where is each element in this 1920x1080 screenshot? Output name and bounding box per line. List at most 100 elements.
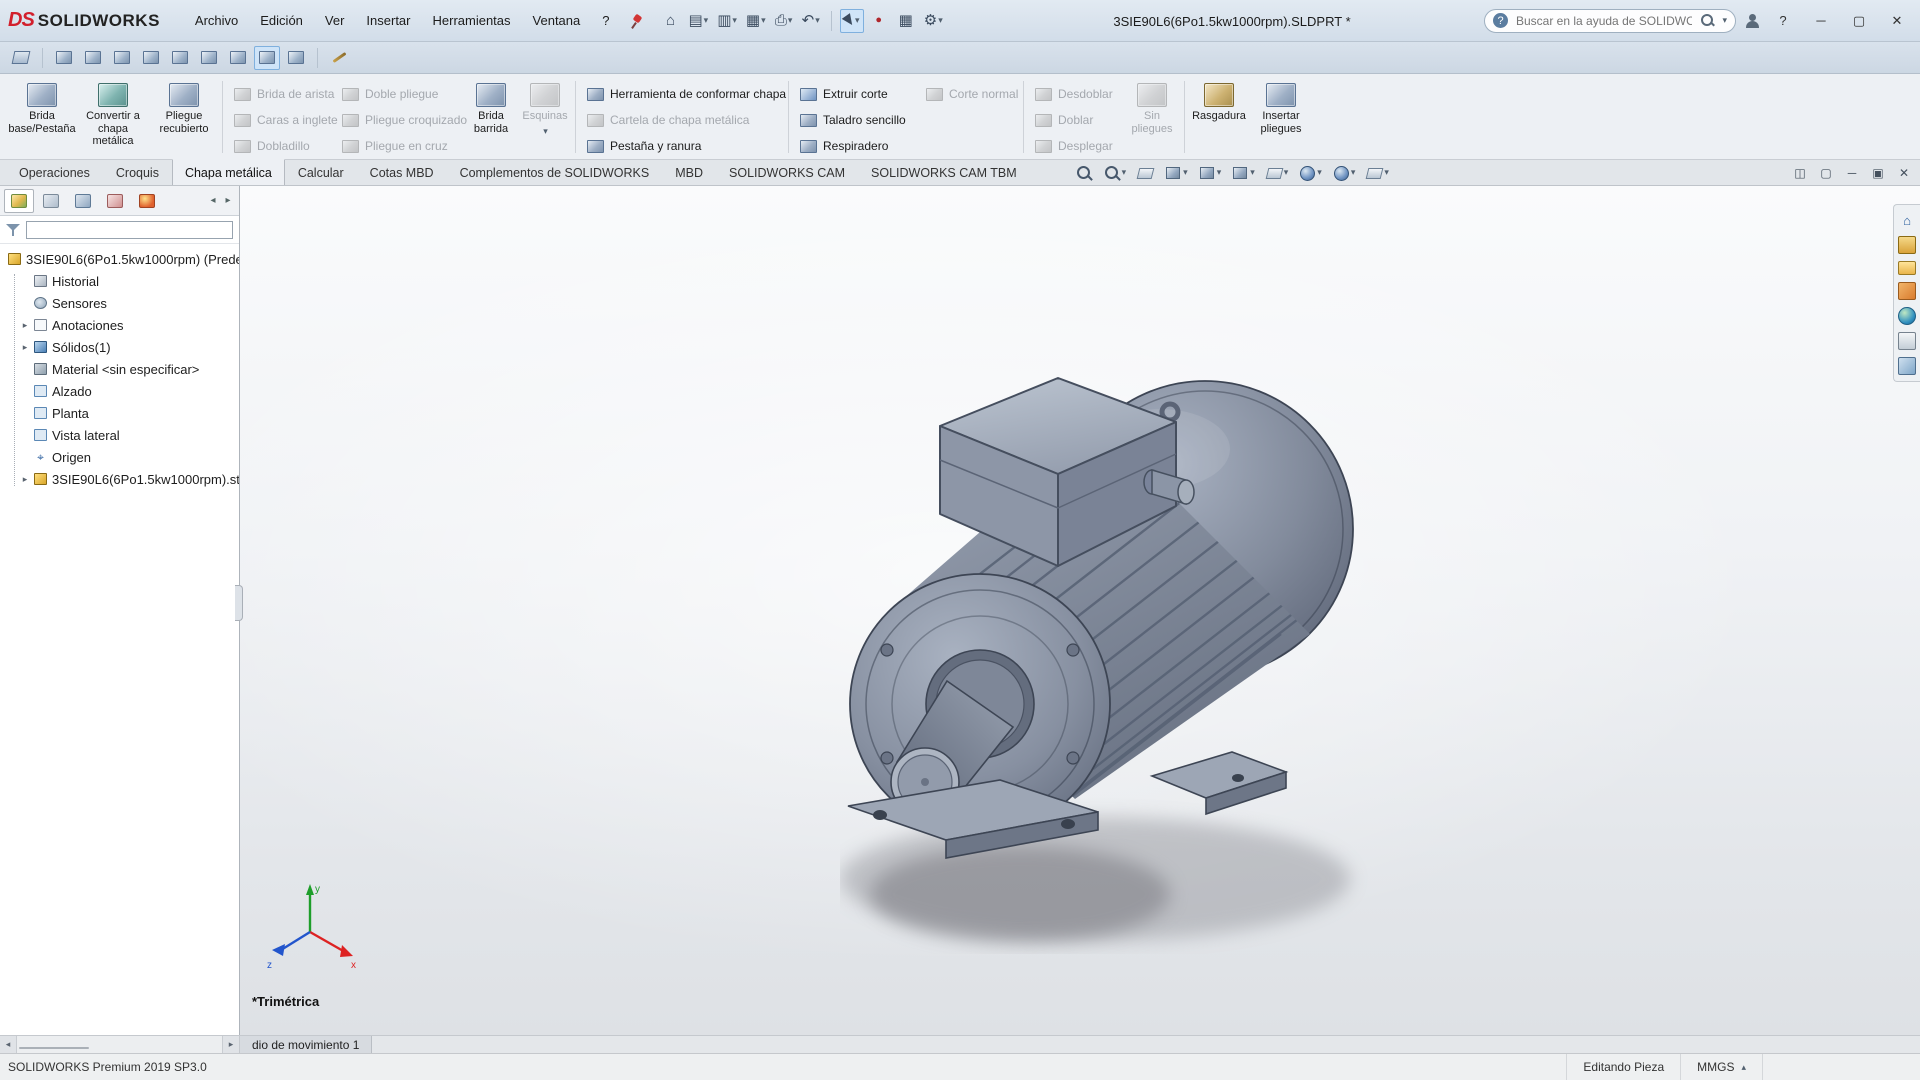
scrollbar-left-arrow[interactable]: ◂	[0, 1036, 17, 1053]
tab-mbd[interactable]: MBD	[662, 160, 716, 185]
brida-base-button[interactable]: Brida base/Pestaña	[8, 77, 76, 157]
options-button[interactable]: ⚙▾	[921, 9, 946, 33]
save-button[interactable]: ▦▾	[743, 9, 769, 33]
expander-icon[interactable]: ▸	[20, 320, 30, 331]
view-back-button[interactable]	[80, 46, 106, 70]
tree-item-historial[interactable]: Historial	[0, 270, 239, 292]
tab-displaymanager[interactable]	[132, 189, 162, 213]
filter-funnel-icon[interactable]	[6, 223, 20, 237]
tab-operaciones[interactable]: Operaciones	[6, 160, 103, 185]
new-document-button[interactable]: ▤▾	[685, 9, 711, 33]
tab-dimxpertmanager[interactable]	[100, 189, 130, 213]
pestana-ranura-button[interactable]: Pestaña y ranura	[580, 135, 784, 157]
brida-barrida-button[interactable]: Brida barrida	[463, 77, 519, 157]
home-button[interactable]: ⌂	[658, 9, 682, 33]
menu-ver[interactable]: Ver	[316, 9, 354, 32]
undo-button[interactable]: ↶▾	[799, 9, 823, 33]
scrollbar-right-arrow[interactable]: ▸	[222, 1036, 239, 1053]
rebuild-button[interactable]: ●	[867, 9, 891, 33]
menu-herramientas[interactable]: Herramientas	[424, 9, 520, 32]
panel-splitter-handle[interactable]	[235, 585, 243, 621]
tree-item-imported-stp[interactable]: ▸ 3SIE90L6(6Po1.5kw1000rpm).stp -	[0, 468, 239, 490]
view-trimetric-button[interactable]	[254, 46, 280, 70]
hide-show-items-button[interactable]: ▾	[1262, 162, 1292, 184]
section-view-button[interactable]: ▾	[1161, 162, 1191, 184]
feature-filter-input[interactable]	[26, 221, 233, 239]
design-library-button[interactable]	[1898, 236, 1916, 254]
expander-icon[interactable]: ▸	[20, 474, 30, 485]
apply-scene-button[interactable]: ▾	[1329, 162, 1359, 184]
tab-chapa-metalica[interactable]: Chapa metálica	[172, 159, 285, 185]
tab-croquis[interactable]: Croquis	[103, 160, 172, 185]
open-button[interactable]: ▥▾	[714, 9, 740, 33]
panel-horizontal-scrollbar[interactable]: ◂ ▸	[0, 1036, 240, 1053]
rasgadura-button[interactable]: Rasgadura	[1189, 77, 1249, 157]
tree-item-anotaciones[interactable]: ▸ Anotaciones	[0, 314, 239, 336]
pliegue-recubierto-button[interactable]: Pliegue recubierto	[150, 77, 218, 157]
conformar-chapa-button[interactable]: Herramienta de conformar chapa	[580, 83, 784, 105]
tree-item-origen[interactable]: ⌖ Origen	[0, 446, 239, 468]
graphics-viewport[interactable]: y x z *Trimétrica ⌂	[240, 186, 1920, 1035]
scroll-right-icon[interactable]: ▸	[221, 192, 235, 210]
select-tool-button[interactable]: ▾	[840, 9, 864, 33]
menu-archivo[interactable]: Archivo	[186, 9, 247, 32]
tab-solidworks-cam-tbm[interactable]: SOLIDWORKS CAM TBM	[858, 160, 1030, 185]
doc-close-button[interactable]: ✕	[1892, 162, 1916, 184]
respiradero-button[interactable]: Respiradero	[793, 135, 919, 157]
doc-minimize-button[interactable]: ─	[1840, 162, 1864, 184]
scrollbar-thumb[interactable]	[19, 1047, 89, 1049]
menu-ayuda[interactable]: ?	[593, 9, 618, 32]
view-front-button[interactable]	[51, 46, 77, 70]
scroll-left-icon[interactable]: ◂	[206, 192, 220, 210]
appearances-scenes-button[interactable]	[1898, 307, 1916, 325]
file-properties-button[interactable]: ▦	[894, 9, 918, 33]
view-orientation-button[interactable]: ▾	[1195, 162, 1225, 184]
display-style-button[interactable]: ▾	[1228, 162, 1258, 184]
tab-configurationmanager[interactable]	[68, 189, 98, 213]
solidworks-resources-button[interactable]: ⌂	[1898, 211, 1916, 229]
pane-split-button[interactable]: ◫	[1788, 162, 1812, 184]
measure-button[interactable]	[326, 46, 352, 70]
pin-menu-icon[interactable]	[630, 14, 644, 28]
tab-featuremanager-tree[interactable]	[4, 189, 34, 213]
doc-restore-button[interactable]: ▣	[1866, 162, 1890, 184]
tab-solidworks-cam[interactable]: SOLIDWORKS CAM	[716, 160, 858, 185]
help-search-input[interactable]	[1514, 13, 1694, 29]
user-account-icon[interactable]	[1744, 13, 1760, 29]
custom-properties-button[interactable]	[1898, 332, 1916, 350]
search-icon[interactable]	[1700, 13, 1715, 28]
help-button[interactable]: ?	[1768, 8, 1798, 34]
tree-item-vista-lateral[interactable]: Vista lateral	[0, 424, 239, 446]
view-bottom-button[interactable]	[196, 46, 222, 70]
window-maximize-button[interactable]: ▢	[1844, 8, 1874, 34]
view-top-button[interactable]	[167, 46, 193, 70]
tree-item-sensores[interactable]: Sensores	[0, 292, 239, 314]
view-left-button[interactable]	[109, 46, 135, 70]
taladro-sencillo-button[interactable]: Taladro sencillo	[793, 109, 919, 131]
search-caret-icon[interactable]: ▾	[1722, 15, 1727, 26]
file-explorer-button[interactable]	[1898, 261, 1916, 275]
tab-cotas-mbd[interactable]: Cotas MBD	[357, 160, 447, 185]
tree-item-solidos[interactable]: ▸ Sólidos(1)	[0, 336, 239, 358]
zoom-fit-button[interactable]	[1072, 162, 1096, 184]
extruir-corte-button[interactable]: Extruir corte	[793, 83, 919, 105]
window-close-button[interactable]: ✕	[1882, 8, 1912, 34]
edit-appearance-button[interactable]: ▾	[1295, 162, 1325, 184]
menu-ventana[interactable]: Ventana	[524, 9, 590, 32]
tree-item-alzado[interactable]: Alzado	[0, 380, 239, 402]
tab-propertymanager[interactable]	[36, 189, 66, 213]
motion-study-tab[interactable]: dio de movimiento 1	[240, 1036, 372, 1053]
view-settings-button[interactable]: ▾	[1362, 162, 1392, 184]
flatten-button[interactable]	[8, 46, 34, 70]
print-button[interactable]: ⎙▾	[772, 9, 796, 33]
view-isometric-button[interactable]	[225, 46, 251, 70]
tree-item-planta[interactable]: Planta	[0, 402, 239, 424]
view-right-button[interactable]	[138, 46, 164, 70]
tab-calcular[interactable]: Calcular	[285, 160, 357, 185]
convertir-chapa-button[interactable]: Convertir a chapa metálica	[76, 77, 150, 157]
tab-complementos[interactable]: Complementos de SOLIDWORKS	[447, 160, 663, 185]
insertar-pliegues-button[interactable]: Insertar pliegues	[1249, 77, 1313, 157]
zoom-area-button[interactable]: ▾	[1100, 162, 1130, 184]
view-palette-button[interactable]	[1898, 282, 1916, 300]
units-selector[interactable]: MMGS▴	[1680, 1054, 1762, 1080]
